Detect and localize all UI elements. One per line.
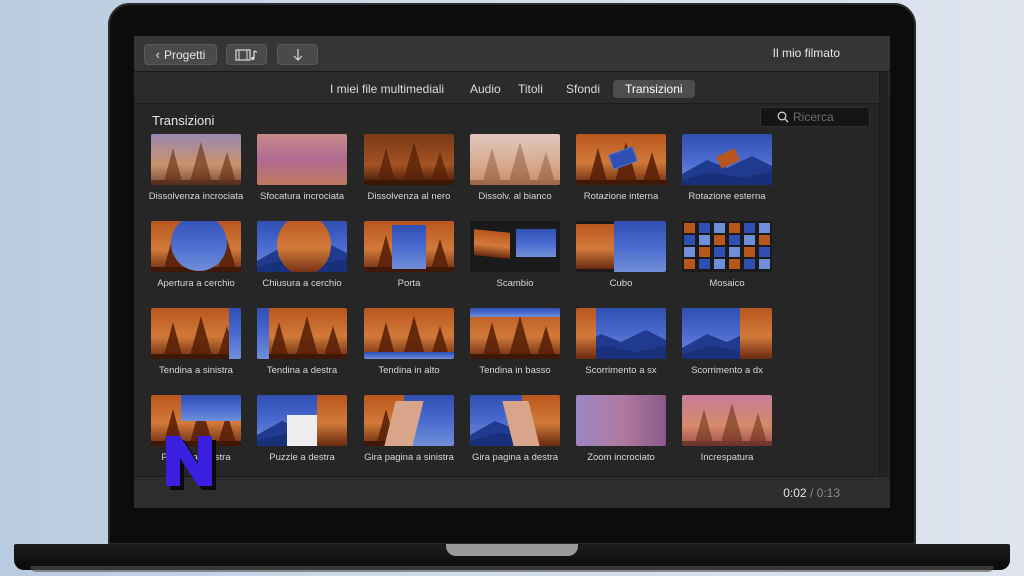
transition-label: Dissolv. al bianco	[478, 191, 552, 202]
transition-label: Zoom incrociato	[587, 452, 655, 463]
transition-thumbnail[interactable]	[576, 308, 666, 359]
transition-label: Increspatura	[700, 452, 754, 463]
projects-label: Progetti	[163, 47, 206, 62]
tab-titles[interactable]: Titoli	[512, 80, 549, 98]
transition-thumbnail[interactable]	[470, 395, 560, 446]
channel-logo	[166, 436, 216, 490]
transition-thumbnail[interactable]	[470, 221, 560, 272]
transition-thumbnail[interactable]	[151, 134, 241, 185]
media-view-button[interactable]	[226, 44, 267, 65]
total-time: 0:13	[816, 486, 840, 500]
transition-label: Cubo	[609, 278, 633, 289]
transition-label: Apertura a cerchio	[157, 278, 235, 289]
transition-label: Scambio	[496, 278, 534, 289]
projects-back-button[interactable]: ‹ Progetti	[144, 44, 217, 65]
laptop-notch	[446, 544, 578, 556]
browser-tabs: I miei file multimediali Audio Titoli Sf…	[134, 72, 890, 104]
transition-thumbnail[interactable]	[682, 221, 772, 272]
browser-header: Transizioni Ricerca	[134, 104, 890, 134]
transition-label: Gira pagina a sinistra	[364, 452, 454, 463]
transition-thumbnail[interactable]	[470, 308, 560, 359]
playback-bar: 0:02 / 0:13	[134, 476, 890, 508]
transition-thumbnail[interactable]	[257, 308, 347, 359]
search-field[interactable]: Ricerca	[760, 107, 870, 127]
transition-thumbnail[interactable]	[682, 395, 772, 446]
transition-label: Sfocatura incrociata	[260, 191, 344, 202]
transition-thumbnail[interactable]	[364, 395, 454, 446]
transition-thumbnail[interactable]	[257, 221, 347, 272]
chevron-left-icon: ‹	[155, 47, 160, 62]
transition-thumbnail[interactable]	[257, 134, 347, 185]
transition-label: Scorrimento a sx	[585, 365, 657, 376]
transition-thumbnail[interactable]	[576, 395, 666, 446]
laptop-base-edge	[30, 566, 994, 572]
timecode: 0:02 / 0:13	[783, 486, 840, 500]
transition-thumbnail[interactable]	[682, 134, 772, 185]
transition-thumbnail[interactable]	[576, 134, 666, 185]
transition-thumbnail[interactable]	[151, 308, 241, 359]
transition-label: Tendina in basso	[479, 365, 551, 376]
transition-thumbnail[interactable]	[470, 134, 560, 185]
tab-audio[interactable]: Audio	[464, 80, 507, 98]
transition-label: Mosaico	[709, 278, 745, 289]
transition-label: Tendina a destra	[266, 365, 338, 376]
transition-label: Rotazione esterna	[688, 191, 766, 202]
transition-thumbnail[interactable]	[364, 221, 454, 272]
current-time: 0:02	[783, 486, 807, 500]
section-title: Transizioni	[152, 113, 215, 128]
imovie-window: ‹ Progetti Il mio filmato I miei file mu…	[134, 36, 890, 508]
transition-thumbnail[interactable]	[576, 221, 666, 272]
tab-transitions[interactable]: Transizioni	[613, 80, 695, 98]
transition-label: Porta	[397, 278, 421, 289]
transition-label: Tendina a sinistra	[159, 365, 233, 376]
search-icon	[777, 111, 789, 123]
search-placeholder: Ricerca	[793, 110, 834, 124]
transition-thumbnail[interactable]	[151, 221, 241, 272]
transition-label: Dissolvenza al nero	[367, 191, 451, 202]
tab-my-media[interactable]: I miei file multimediali	[324, 80, 450, 98]
transition-label: Dissolvenza incrociata	[148, 191, 244, 202]
transition-label: Gira pagina a destra	[471, 452, 559, 463]
transition-thumbnail[interactable]	[364, 308, 454, 359]
transition-thumbnail[interactable]	[257, 395, 347, 446]
transition-label: Scorrimento a dx	[691, 365, 763, 376]
transition-label: Tendina in alto	[378, 365, 440, 376]
transition-label: Puzzle a destra	[269, 452, 335, 463]
tab-backgrounds[interactable]: Sfondi	[560, 80, 606, 98]
transition-thumbnail[interactable]	[364, 134, 454, 185]
movie-title: Il mio filmato	[772, 46, 840, 60]
transition-label: Chiusura a cerchio	[262, 278, 342, 289]
transition-label: Rotazione interna	[583, 191, 659, 202]
import-button[interactable]	[277, 44, 318, 65]
transitions-grid: Dissolvenza incrociata Sfocatura incrocia…	[134, 134, 882, 476]
arrow-down-icon	[293, 48, 302, 61]
time-separator: /	[809, 486, 814, 500]
transition-thumbnail[interactable]	[682, 308, 772, 359]
film-music-icon	[234, 48, 257, 61]
browser-scrollbar[interactable]	[879, 72, 888, 476]
toolbar: ‹ Progetti Il mio filmato	[134, 36, 890, 72]
